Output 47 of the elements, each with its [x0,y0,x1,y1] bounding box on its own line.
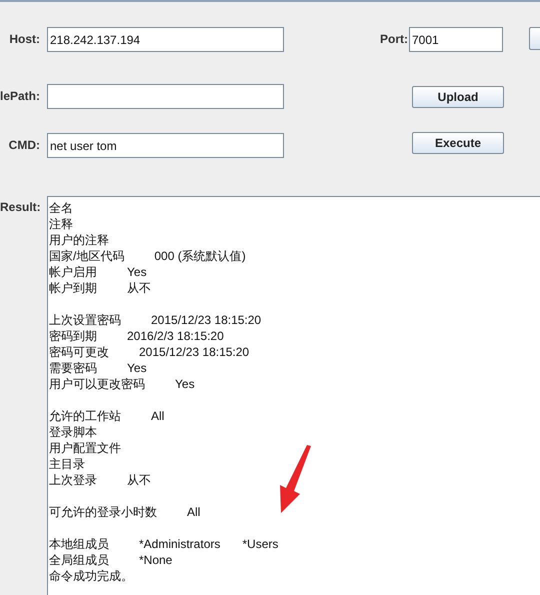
result-value: 2015/12/23 18:15:20 [151,312,262,328]
port-label: Port: [380,31,409,48]
result-value: 2016/2/3 18:15:20 [127,328,224,344]
result-label: 主目录 [49,456,85,472]
result-label: 上次登录 [49,472,97,488]
cmd-field[interactable]: net user tom [47,133,284,158]
execute-button[interactable]: Execute [412,132,504,154]
result-label: 全名 [49,200,73,216]
result-label: 命令成功完成。 [49,568,133,584]
result-label: 用户的注释 [49,232,109,248]
result-value: 从不 [127,472,151,488]
result-value: *Users [242,536,278,552]
host-field[interactable]: 218.242.137.194 [47,27,284,52]
result-text-area[interactable] [47,196,540,595]
result-value: Yes [127,264,147,280]
result-value: Yes [127,360,147,376]
result-label: 可允许的登录小时数 [49,504,157,520]
result-label: 国家/地区代码 [49,248,124,264]
cmd-label: CMD: [8,137,40,154]
result-label: 帐户到期 [49,280,97,296]
result-value: All [187,504,200,520]
result-label: 密码可更改 [49,344,109,360]
result-value: *Administrators [139,536,220,552]
result-label: 密码到期 [49,328,97,344]
result-label: 用户可以更改密码 [49,376,145,392]
result-value: *None [139,552,172,568]
file-path-label: lePath: [0,88,40,105]
result-value: 从不 [127,280,151,296]
port-field[interactable]: 7001 [409,27,503,52]
partial-button[interactable] [529,27,540,50]
result-label-title: Result: [0,199,40,216]
result-value: All [151,408,164,424]
result-label: 上次设置密码 [49,312,121,328]
result-value: 2015/12/23 18:15:20 [139,344,250,360]
result-label: 帐户启用 [49,264,97,280]
result-value: Yes [175,376,195,392]
result-label: 登录脚本 [49,424,97,440]
file-path-field[interactable] [47,84,284,109]
result-label: 需要密码 [49,360,97,376]
result-label: 本地组成员 [49,536,109,552]
host-label: Host: [8,31,40,48]
result-label: 全局组成员 [49,552,109,568]
upload-button[interactable]: Upload [412,86,504,108]
result-label: 用户配置文件 [49,440,121,456]
result-label: 注释 [49,216,73,232]
result-label: 允许的工作站 [49,408,121,424]
result-value: 000 (系统默认值) [154,248,246,264]
